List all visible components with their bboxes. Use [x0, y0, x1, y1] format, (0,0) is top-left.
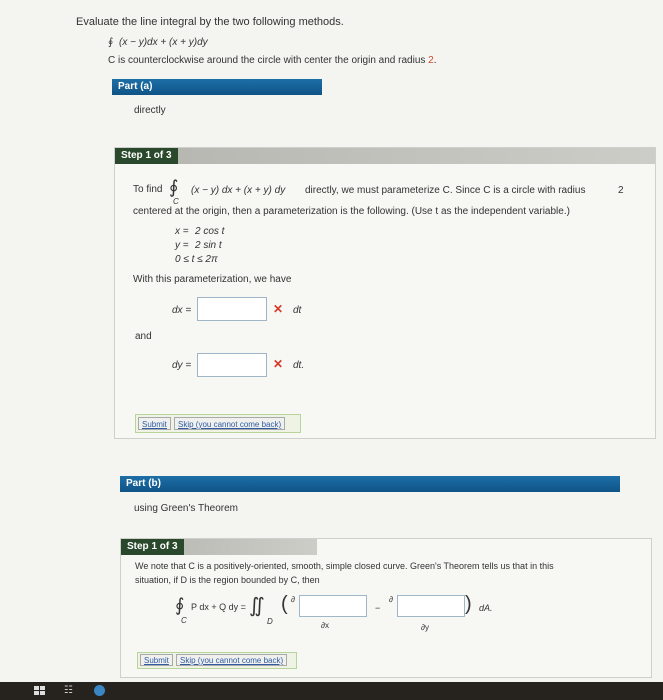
- closed-integral-icon: ∮: [169, 177, 179, 197]
- greens-theorem-line1: We note that C is a positively-oriented,…: [135, 561, 554, 571]
- part-a-header: Part (a): [112, 79, 322, 95]
- part-b-submit-button[interactable]: Submit: [140, 654, 173, 666]
- partial-symbol-1: ∂: [291, 595, 295, 604]
- double-integral-icon: ∬: [249, 595, 265, 617]
- description-text: C is counterclockwise around the circle …: [108, 55, 426, 66]
- part-a-step-label: Step 1 of 3: [115, 148, 178, 164]
- dx-incorrect-icon: ✕: [273, 302, 284, 316]
- part-a-step-box: Step 1 of 3 To find ∮ C (x − y) dx + (x …: [114, 147, 656, 439]
- integral-subscript-c: C: [173, 197, 179, 206]
- dx-suffix: dt: [293, 305, 302, 316]
- parameterize-text: directly, we must parameterize C. Since …: [305, 185, 586, 196]
- greens-p-field[interactable]: [397, 595, 465, 617]
- param-t-range: 0 ≤ t ≤ 2π: [175, 254, 218, 265]
- integral-subscript-c-b: C: [181, 616, 187, 625]
- part-b-step-label: Step 1 of 3: [121, 539, 184, 555]
- greens-theorem-line2: situation, if D is the region bounded by…: [135, 575, 320, 585]
- browser-icon[interactable]: [94, 685, 105, 696]
- param-x-label: x =: [175, 226, 189, 237]
- greens-q-field[interactable]: [299, 595, 367, 617]
- dy-label: dy =: [172, 360, 192, 371]
- taskbar: ☷: [0, 682, 663, 700]
- part-a-skip-button[interactable]: Skip (you cannot come back): [174, 417, 286, 430]
- partial-y-label: ∂y: [421, 623, 429, 632]
- param-y-label: y =: [175, 240, 189, 251]
- to-find-text: To find: [133, 184, 163, 195]
- worksheet-page: Evaluate the line integral by the two fo…: [0, 0, 663, 682]
- dy-incorrect-icon: ✕: [273, 357, 284, 371]
- part-b-step-box: Step 1 of 3 We note that C is a positive…: [120, 538, 652, 678]
- problem-integral: ∮ (x − y)dx + (x + y)dy: [108, 37, 208, 48]
- part-b-skip-button[interactable]: Skip (you cannot come back): [176, 654, 288, 666]
- param-y-value: 2 sin t: [195, 240, 222, 251]
- part-a-submit-button[interactable]: Submit: [138, 417, 171, 430]
- step-integrand: (x − y) dx + (x + y) dy: [191, 185, 286, 196]
- and-text: and: [135, 331, 152, 342]
- problem-instruction: Evaluate the line integral by the two fo…: [76, 16, 344, 28]
- part-b-subtitle: using Green's Theorem: [134, 503, 238, 514]
- task-view-icon[interactable]: ☷: [64, 685, 73, 696]
- line-integral-symbol: ∮: [108, 37, 114, 48]
- step-radius-value: 2: [618, 185, 624, 196]
- part-a-step-bar: [115, 148, 655, 164]
- problem-integrand: (x − y)dx + (x + y)dy: [119, 37, 208, 48]
- open-paren: (: [281, 593, 288, 615]
- param-x-value: 2 cos t: [195, 226, 225, 237]
- greens-lhs: P dx + Q dy =: [191, 602, 246, 612]
- part-a-button-row: Submit Skip (you cannot come back): [135, 414, 301, 433]
- part-b-header: Part (b): [120, 476, 620, 492]
- parameterization-intro: centered at the origin, then a parameter…: [133, 206, 570, 217]
- da-suffix: dA.: [479, 603, 493, 613]
- windows-start-icon[interactable]: [34, 686, 45, 696]
- integral-subscript-d: D: [267, 617, 273, 626]
- partial-x-label: ∂x: [321, 621, 329, 630]
- close-paren: ): [465, 593, 472, 615]
- with-param-text: With this parameterization, we have: [133, 274, 292, 285]
- part-b-button-row: Submit Skip (you cannot come back): [137, 652, 297, 669]
- dx-label: dx =: [172, 305, 192, 316]
- description-period: .: [433, 55, 437, 66]
- minus-sign: −: [375, 603, 381, 613]
- dy-answer-field[interactable]: [197, 353, 267, 377]
- closed-integral-icon-b: ∮: [175, 595, 185, 615]
- problem-description: C is counterclockwise around the circle …: [108, 55, 437, 66]
- dy-suffix: dt.: [293, 360, 305, 371]
- dx-answer-field[interactable]: [197, 297, 267, 321]
- part-a-subtitle: directly: [134, 105, 166, 116]
- partial-symbol-2: ∂: [389, 595, 393, 604]
